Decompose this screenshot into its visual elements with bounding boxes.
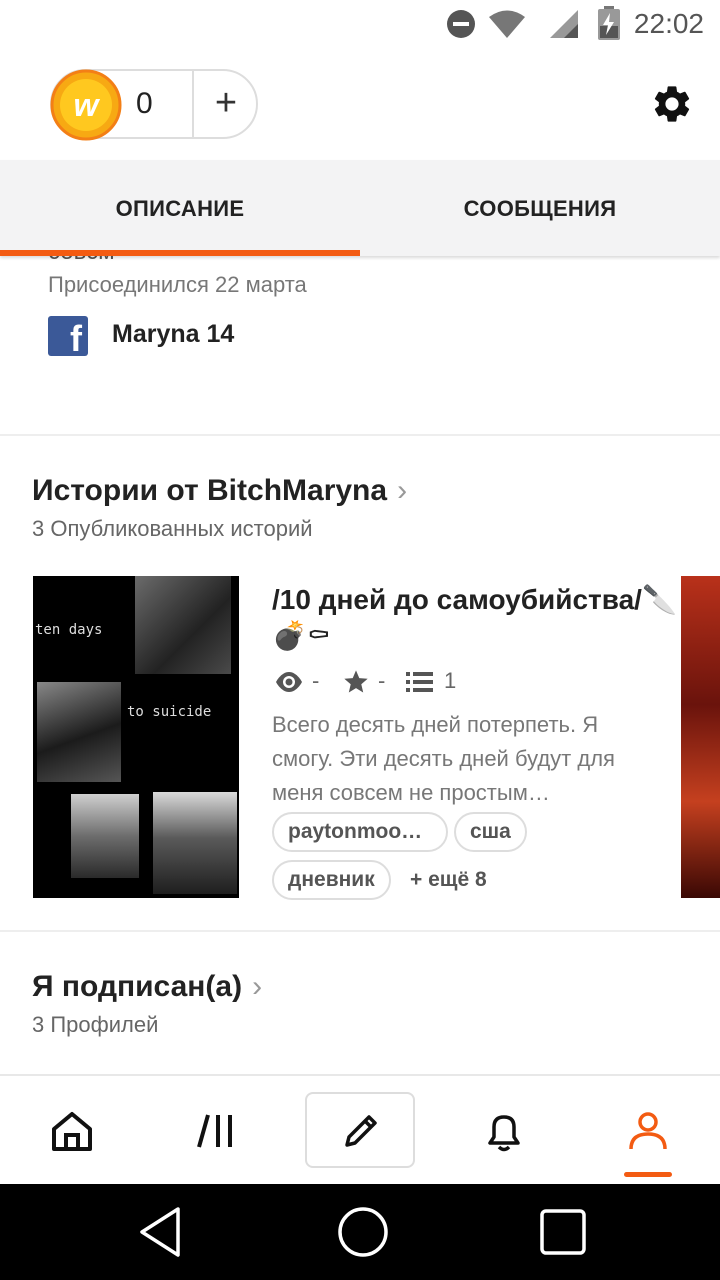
story-tag[interactable]: дневник (272, 860, 391, 900)
story-cover[interactable]: ten days to suicide (33, 576, 239, 898)
story-tag[interactable]: сша (454, 812, 527, 852)
list-icon (406, 672, 433, 692)
notifications-icon (488, 1115, 520, 1152)
next-story-cover[interactable] (681, 576, 720, 898)
wifi-icon (489, 10, 525, 38)
votes-count: - (378, 668, 386, 693)
profile-icon (629, 1112, 667, 1150)
profile-content[interactable]: совсм Присоединился 22 марта f Maryna 14… (0, 256, 720, 1074)
story-title[interactable]: /10 дней до самоубийства/🔪💣⚰ (272, 582, 692, 654)
nav-home[interactable] (0, 1076, 144, 1186)
home-circle-icon (338, 1207, 388, 1257)
browse-icon (197, 1114, 232, 1148)
back-triangle-icon (140, 1207, 180, 1257)
recents-square-icon (540, 1209, 586, 1255)
status-time: 22:02 (633, 8, 704, 39)
profile-header: w 0 + (0, 50, 720, 160)
write-icon (345, 1115, 377, 1147)
system-nav-bar (0, 1184, 720, 1280)
coin-divider (192, 71, 194, 137)
eye-icon (276, 672, 302, 692)
story-tag[interactable]: paytonmoo… (272, 812, 448, 852)
joined-date: Присоединился 22 марта (48, 272, 307, 297)
active-nav-indicator (624, 1172, 672, 1177)
coin-balance[interactable]: w 0 + (50, 69, 258, 141)
tab-messages[interactable]: СООБЩЕНИЯ (360, 160, 720, 256)
system-recents-button[interactable] (503, 1184, 623, 1280)
profile-tabs: ОПИСАНИЕ СООБЩЕНИЯ (0, 160, 720, 256)
following-count: 3 Профилей (32, 1012, 159, 1037)
facebook-icon: f (48, 316, 88, 359)
svg-text:w: w (74, 87, 101, 123)
cover-text-1: ten days (35, 622, 103, 638)
system-back-button[interactable] (100, 1184, 220, 1280)
battery-charging-icon (598, 6, 620, 40)
stories-section-title: Истории от BitchMaryna (32, 474, 388, 507)
following-section-header[interactable]: Я подписан(а) › (32, 970, 262, 1004)
do-not-disturb-icon (447, 10, 475, 38)
signal-icon (550, 10, 578, 38)
status-bar: 22:02 (0, 0, 720, 50)
nav-profile[interactable] (576, 1076, 720, 1186)
more-tags-link[interactable]: + ещё 8 (410, 868, 487, 892)
parts-stat: 1 (406, 666, 476, 698)
star-icon (344, 670, 368, 693)
parts-count: 1 (444, 668, 457, 693)
section-divider (0, 434, 720, 436)
truncated-description: совсм (48, 256, 115, 266)
views-count: - (312, 668, 320, 693)
active-tab-indicator (0, 250, 360, 256)
system-home-button[interactable] (303, 1184, 423, 1280)
story-description: Всего десять дней потерпеть. Я смогу. Эт… (272, 712, 615, 805)
nav-write[interactable] (305, 1092, 415, 1168)
bottom-nav (0, 1074, 720, 1184)
nav-notifications[interactable] (432, 1076, 576, 1186)
section-divider (0, 930, 720, 932)
gear-icon[interactable] (650, 82, 694, 126)
coin-count: 0 (136, 87, 153, 120)
chevron-right-icon: › (397, 474, 408, 507)
chevron-right-icon: › (252, 970, 263, 1003)
home-icon (52, 1112, 92, 1151)
nav-browse[interactable] (144, 1076, 288, 1186)
wattpad-coin-icon: w (50, 69, 122, 141)
views-stat: - (272, 666, 352, 698)
following-section-title: Я подписан(а) (32, 970, 243, 1003)
facebook-name: Maryna 14 (112, 320, 235, 348)
buy-coins-button[interactable]: + (196, 71, 256, 137)
stories-section-header[interactable]: Истории от BitchMaryna › (32, 474, 407, 508)
cover-text-2: to suicide (127, 704, 212, 720)
stories-count: 3 Опубликованных историй (32, 516, 313, 541)
tab-description[interactable]: ОПИСАНИЕ (0, 160, 360, 256)
